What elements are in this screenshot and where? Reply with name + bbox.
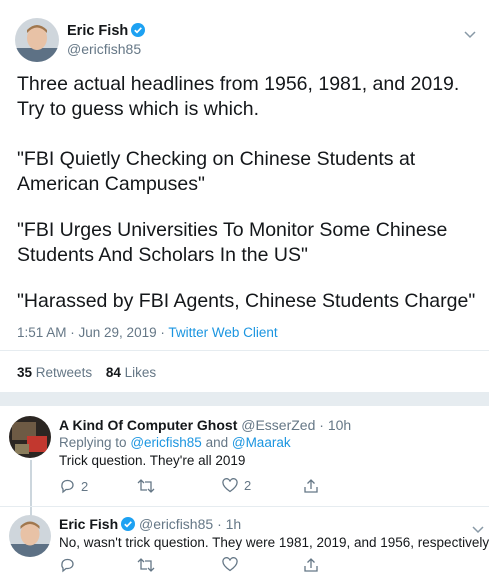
retweet-icon	[137, 558, 155, 572]
like-action[interactable]: 2	[222, 478, 251, 493]
verified-badge-icon	[121, 517, 136, 534]
reply1-handle[interactable]: @EsserZed	[241, 417, 315, 433]
reply-action[interactable]: 2	[59, 478, 88, 494]
headline-1: "FBI Quietly Checking on Chinese Student…	[17, 148, 416, 195]
reply2-text: No, wasn't trick question. They were 198…	[59, 535, 489, 550]
reply-icon	[61, 558, 74, 573]
avatar[interactable]	[15, 18, 59, 62]
retweet-icon	[137, 479, 155, 493]
author-line: Eric Fish	[67, 23, 146, 41]
mention-maarak[interactable]: @Maarak	[232, 435, 291, 450]
tweet-client-link[interactable]: Twitter Web Client	[168, 325, 277, 340]
verified-badge-icon	[131, 23, 146, 41]
reply2-author-name[interactable]: Eric Fish	[59, 516, 118, 532]
avatar[interactable]	[9, 515, 51, 557]
reply1-time[interactable]: · 10h	[319, 417, 351, 433]
reply2-time[interactable]: · 1h	[217, 516, 241, 532]
tweet-meta: 1:51 AM · Jun 29, 2019 · Twitter Web Cli…	[17, 325, 278, 340]
like-action[interactable]	[222, 557, 238, 572]
reply2-header: Eric Fish @ericfish85 · 1h	[59, 516, 241, 534]
tweet-timestamp[interactable]: 1:51 AM · Jun 29, 2019	[17, 325, 157, 340]
reply1-header: A Kind Of Computer Ghost @EsserZed · 10h	[59, 417, 351, 433]
section-divider	[0, 392, 489, 406]
headline-2: "FBI Urges Universities To Monitor Some …	[17, 219, 448, 266]
mention-ericfish85[interactable]: @ericfish85	[130, 435, 201, 450]
avatar[interactable]	[9, 416, 51, 458]
retweet-action[interactable]	[137, 478, 155, 494]
share-action[interactable]	[303, 557, 319, 573]
retweet-action[interactable]	[137, 557, 155, 573]
retweets-stat[interactable]: 35 Retweets	[17, 365, 92, 380]
heart-icon	[222, 478, 238, 493]
tweet-stats: 35 Retweets 84 Likes	[17, 365, 156, 380]
chevron-down-icon[interactable]	[464, 26, 476, 44]
tweet-intro: Three actual headlines from 1956, 1981, …	[17, 73, 460, 120]
share-icon	[304, 558, 318, 572]
author-handle[interactable]: @ericfish85	[67, 41, 141, 57]
reply1-text: Trick question. They're all 2019	[59, 453, 246, 468]
author-name[interactable]: Eric Fish	[67, 23, 128, 39]
like-count: 2	[244, 478, 252, 493]
reply-icon	[61, 479, 74, 494]
reply-action[interactable]	[59, 557, 75, 573]
headline-3: "Harassed by FBI Agents, Chinese Student…	[17, 290, 476, 312]
reply-count: 2	[81, 478, 89, 494]
likes-stat[interactable]: 84 Likes	[106, 365, 156, 380]
reply1-author-name[interactable]: A Kind Of Computer Ghost	[59, 417, 237, 433]
replying-to: Replying to @ericfish85 and @Maarak	[59, 435, 291, 450]
share-icon	[304, 479, 318, 493]
share-action[interactable]	[303, 478, 319, 494]
reply2-handle[interactable]: @ericfish85	[139, 516, 213, 532]
heart-icon	[222, 557, 238, 572]
